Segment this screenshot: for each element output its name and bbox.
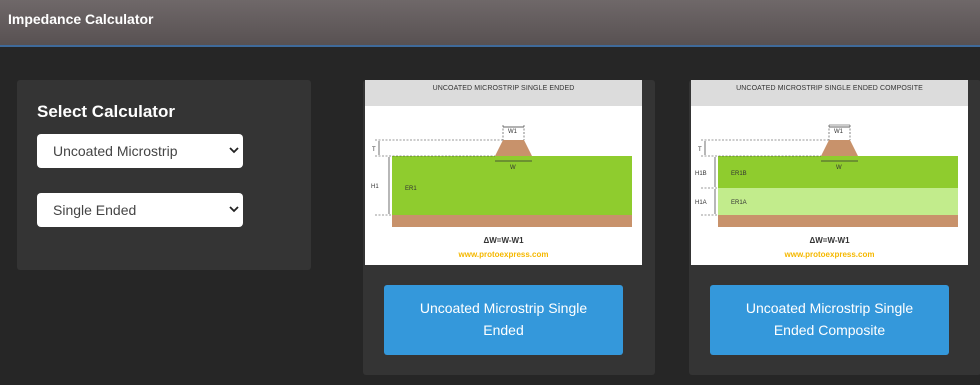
formula-label: ΔW=W-W1 (809, 236, 850, 245)
h1b-label: H1B (695, 171, 707, 177)
w1-label: W1 (834, 129, 844, 135)
formula-label: ΔW=W-W1 (483, 236, 524, 245)
calculator-mode-value: Single Ended (53, 202, 137, 218)
trace (495, 140, 532, 156)
er1-label: ER1 (405, 186, 417, 192)
h1-label: H1 (371, 184, 379, 190)
app-title: Impedance Calculator (8, 11, 154, 27)
site-label: www.protoexpress.com (458, 250, 549, 259)
substrate-layer-a (718, 188, 958, 215)
t-label: T (372, 147, 376, 153)
w-label: W (836, 165, 842, 171)
t-label: T (698, 147, 702, 153)
panel-title: Select Calculator (37, 102, 175, 121)
top-bar: Impedance Calculator (0, 0, 980, 47)
er1b-label: ER1B (731, 171, 747, 177)
diagram-single-ended: T H1 ER1 W1 W UNCOATED MICROSTRIP SINGLE… (365, 80, 642, 265)
ground-plane (392, 215, 632, 227)
calculator-card-single-ended: T H1 ER1 W1 W UNCOATED MICROSTRIP SINGLE… (363, 80, 655, 375)
calculator-selector-panel: Select Calculator Uncoated Microstrip Si… (17, 80, 311, 270)
trace (821, 140, 858, 156)
h1a-label: H1A (695, 200, 707, 206)
er1a-label: ER1A (731, 200, 747, 206)
chevron-down-icon (229, 147, 239, 154)
calculator-card-composite: T H1B H1A ER1B ER1A W1 W UNCOATED MICROS… (689, 80, 980, 375)
w-label: W (510, 165, 516, 171)
ground-plane (718, 215, 958, 227)
diagram-title: UNCOATED MICROSTRIP SINGLE ENDED COMPOSI… (691, 80, 968, 106)
diagram-composite: T H1B H1A ER1B ER1A W1 W UNCOATED MICROS… (691, 80, 968, 265)
uncoated-microstrip-single-ended-composite-button[interactable]: Uncoated Microstrip Single Ended Composi… (710, 285, 949, 355)
diagram-title: UNCOATED MICROSTRIP SINGLE ENDED (365, 80, 642, 106)
uncoated-microstrip-single-ended-button[interactable]: Uncoated Microstrip Single Ended (384, 285, 623, 355)
w1-label: W1 (508, 129, 518, 135)
calculator-type-value: Uncoated Microstrip (53, 143, 178, 159)
calculator-type-select[interactable]: Uncoated Microstrip (37, 134, 243, 168)
calculator-mode-select[interactable]: Single Ended (37, 193, 243, 227)
chevron-down-icon (229, 206, 239, 213)
site-label: www.protoexpress.com (784, 250, 875, 259)
